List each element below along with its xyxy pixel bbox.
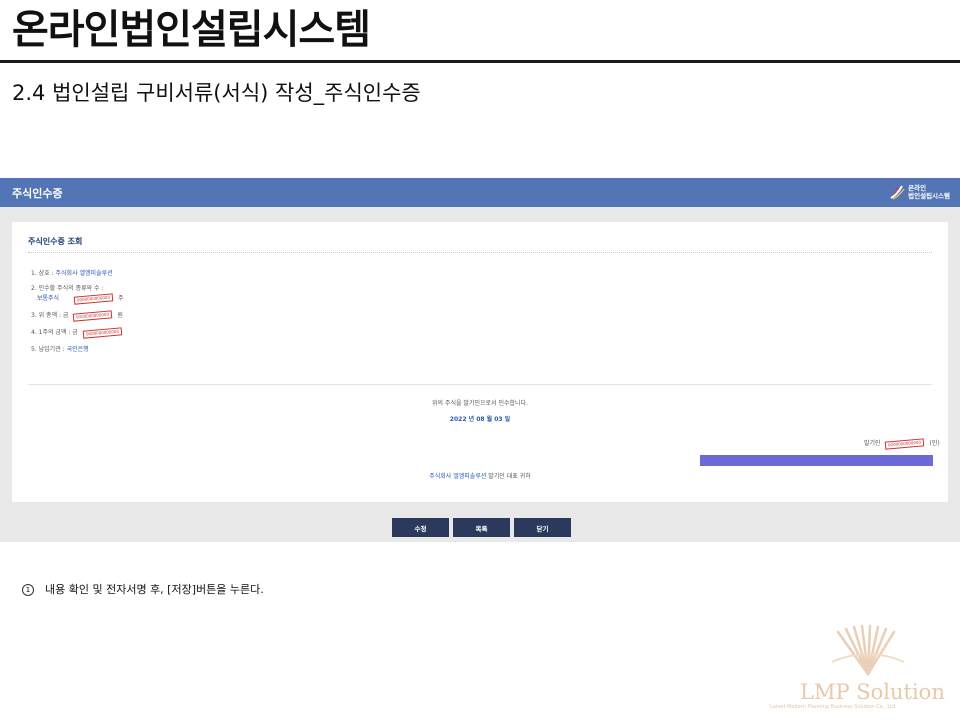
slide-subtitle: 2.4 법인설립 구비서류(서식) 작성_주식인수증 — [12, 81, 421, 105]
list-button[interactable]: 목록 — [453, 518, 510, 537]
field-label: 1. 상호 : — [31, 270, 56, 277]
system-logo[interactable]: 온라인 법인설립시스템 — [889, 183, 950, 201]
field-total-amount: 3. 위 총액 : 금 0000000000000 원 — [31, 309, 123, 322]
logo-line-2: 법인설립시스템 — [908, 192, 950, 200]
logo-line-1: 온라인 — [908, 184, 927, 192]
app-screenshot: 주식인수증 온라인 법인설립시스템 주식인수증 조회 1. 상호 : 주식회사 … — [0, 178, 960, 542]
action-buttons: 수정 목록 닫기 — [392, 518, 571, 537]
field-label: 2. 인수할 주식의 종류와 수 : — [31, 285, 104, 292]
share-kind-value: 보통주식 — [37, 295, 60, 302]
field-label: 3. 위 총액 : 금 — [31, 312, 69, 319]
brand-name: LMP Solution — [800, 680, 945, 704]
field-share-kind-value: 보통주식 0000000000000 주 — [37, 292, 124, 305]
title-divider — [0, 60, 960, 63]
amount-unit: 원 — [117, 312, 123, 319]
issuer-name-stamp: 0000000000000 — [885, 437, 925, 450]
logo-swoosh-icon — [889, 183, 905, 201]
share-unit: 주 — [117, 295, 124, 302]
company-name-value: 주식회사 엘엠피솔루션 — [55, 270, 113, 277]
page-title: 주식인수증 — [12, 187, 63, 200]
issuer-line: 발기인 0000000000000 (인) — [864, 437, 940, 450]
certificate-panel: 주식인수증 조회 1. 상호 : 주식회사 엘엠피솔루션 2. 인수할 주식의 … — [12, 222, 948, 502]
field-company-name: 1. 상호 : 주식회사 엘엠피솔루션 — [31, 268, 113, 277]
signature-bar[interactable] — [700, 455, 933, 466]
instruction-note: 1 내용 확인 및 전자서명 후, [저장]버튼을 누른다. — [22, 581, 264, 597]
field-par-value: 4. 1주의 금액 : 금 0000000000000 — [31, 326, 125, 339]
panel-title-divider — [28, 252, 932, 253]
addressee-suffix: 발기인 대표 귀하 — [486, 473, 531, 480]
issue-date: 2022 년 08 월 03 일 — [449, 416, 511, 423]
panel-title: 주식인수증 조회 — [28, 237, 83, 246]
issuer-label: 발기인 — [864, 440, 881, 447]
field-label: 5. 납입기관 : — [31, 346, 67, 353]
field-bank: 5. 납입기관 : 국민은행 — [31, 344, 89, 353]
app-header: 주식인수증 온라인 법인설립시스템 — [0, 178, 960, 207]
company-logo: LMP Solution Latest Modern Planning Busi… — [770, 624, 950, 716]
instruction-text: 내용 확인 및 전자서명 후, [저장]버튼을 누른다. — [45, 583, 264, 596]
sunburst-icon — [831, 624, 905, 676]
section-divider — [28, 384, 932, 385]
field-label: 4. 1주의 금액 : 금 — [31, 329, 78, 336]
step-number-icon: 1 — [22, 584, 34, 596]
statement-text: 위의 주식을 발기인으로서 인수합니다. — [432, 400, 528, 407]
close-button[interactable]: 닫기 — [514, 518, 571, 537]
share-count-stamp: 0000000000000 — [73, 292, 114, 305]
brand-tagline: Latest Modern Planning Business Solution… — [770, 704, 896, 710]
addressee-line: 주식회사 엘엠피솔루션 발기인 대표 귀하 — [12, 471, 948, 480]
bank-value: 국민은행 — [66, 346, 89, 353]
field-share-kind: 2. 인수할 주식의 종류와 수 : — [31, 283, 103, 292]
issuer-seal: (인) — [929, 440, 940, 447]
par-value-stamp: 0000000000000 — [82, 326, 123, 339]
total-amount-stamp: 0000000000000 — [73, 309, 113, 322]
slide-title: 온라인법인설립시스템 — [12, 7, 371, 53]
addressee-company: 주식회사 엘엠피솔루션 — [429, 473, 487, 480]
edit-button[interactable]: 수정 — [392, 518, 449, 537]
